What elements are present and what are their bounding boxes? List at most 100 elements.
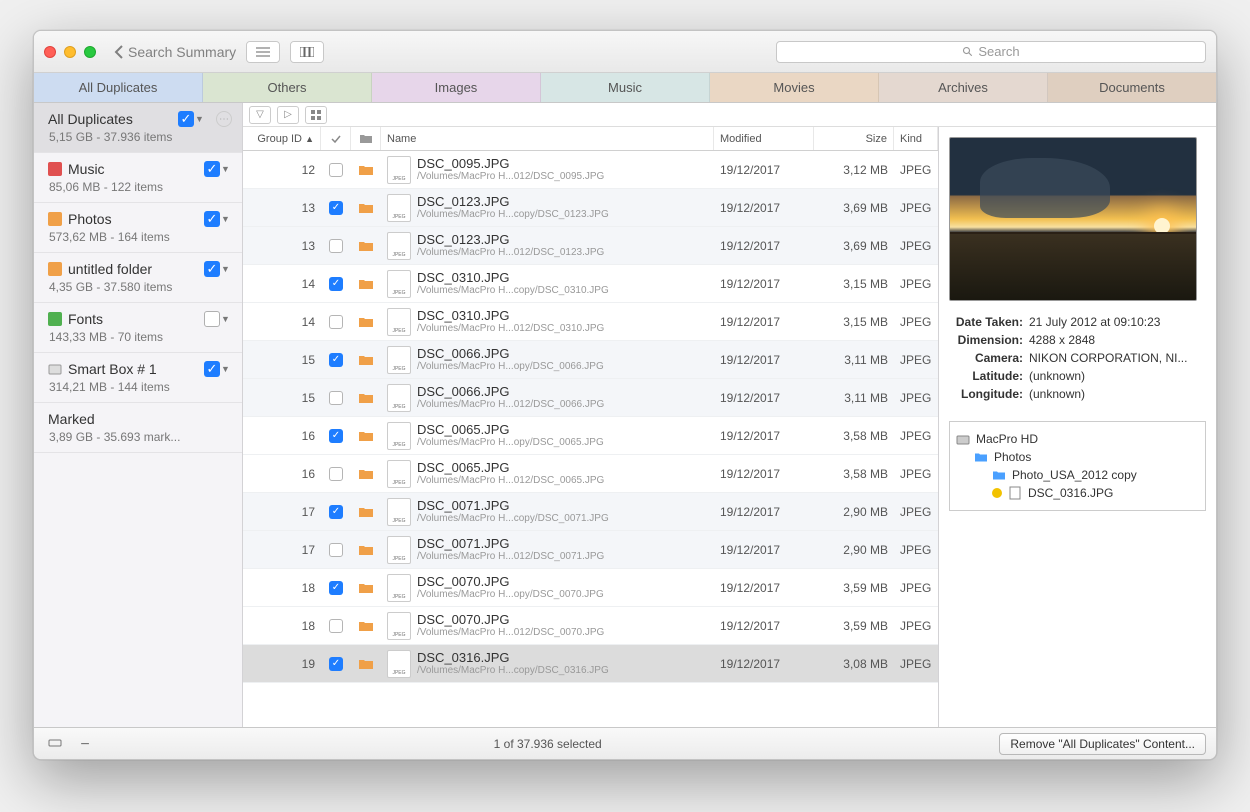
table-row[interactable]: 17✓DSC_0071.JPG/Volumes/MacPro H...copy/… [243,493,938,531]
tab-archives[interactable]: Archives [879,73,1048,102]
col-header-name[interactable]: Name [381,127,714,150]
folder-cell[interactable] [351,658,381,670]
table-row[interactable]: 15DSC_0066.JPG/Volumes/MacPro H...012/DS… [243,379,938,417]
table-row[interactable]: 17DSC_0071.JPG/Volumes/MacPro H...012/DS… [243,531,938,569]
table-body[interactable]: 12DSC_0095.JPG/Volumes/MacPro H...012/DS… [243,151,938,727]
sidebar-toggle[interactable]: ✓▼ [204,161,232,177]
table-row[interactable]: 19✓DSC_0316.JPG/Volumes/MacPro H...copy/… [243,645,938,683]
sidebar-item-smart-box-1[interactable]: Smart Box # 1✓▼314,21 MB - 144 items [34,353,242,403]
sidebar-toggle[interactable]: ✓▼ [178,111,206,127]
sidebar-item-photos[interactable]: Photos✓▼573,62 MB - 164 items [34,203,242,253]
table-row[interactable]: 13DSC_0123.JPG/Volumes/MacPro H...012/DS… [243,227,938,265]
sidebar-toggle[interactable]: ✓▼ [204,261,232,277]
folder-cell[interactable] [351,582,381,594]
col-header-group[interactable]: Group ID ▲ [243,127,321,150]
cell-size: 3,58 MB [814,467,894,481]
tab-others[interactable]: Others [203,73,372,102]
folder-cell[interactable] [351,278,381,290]
file-path: /Volumes/MacPro H...012/DSC_0071.JPG [417,551,604,563]
remove-duplicates-button[interactable]: Remove "All Duplicates" Content... [999,733,1206,755]
disk-button[interactable] [44,736,66,752]
grid-button[interactable] [305,106,327,124]
folder-cell[interactable] [351,164,381,176]
table-row[interactable]: 12DSC_0095.JPG/Volumes/MacPro H...012/DS… [243,151,938,189]
row-checkbox[interactable]: ✓ [329,277,343,291]
table-row[interactable]: 16DSC_0065.JPG/Volumes/MacPro H...012/DS… [243,455,938,493]
row-checkbox[interactable] [329,239,343,253]
cell-name: DSC_0123.JPG/Volumes/MacPro H...012/DSC_… [381,232,714,260]
folder-icon [48,162,62,176]
folder-cell[interactable] [351,316,381,328]
tab-documents[interactable]: Documents [1048,73,1216,102]
sort-down-button[interactable]: ▽ [249,106,271,124]
tab-all-duplicates[interactable]: All Duplicates [34,73,203,102]
folder-cell[interactable] [351,240,381,252]
cell-group: 16 [243,429,321,443]
tab-movies[interactable]: Movies [710,73,879,102]
view-column-button[interactable] [291,42,323,62]
folder-cell[interactable] [351,468,381,480]
folder-cell[interactable] [351,202,381,214]
sidebar-item-fonts[interactable]: Fonts▼143,33 MB - 70 items [34,303,242,353]
col-header-folder[interactable] [351,127,381,150]
col-header-modified[interactable]: Modified [714,127,814,150]
row-checkbox[interactable]: ✓ [329,505,343,519]
col-header-size[interactable]: Size [814,127,894,150]
tab-music[interactable]: Music [541,73,710,102]
maximize-icon[interactable] [84,46,96,58]
table-row[interactable]: 14DSC_0310.JPG/Volumes/MacPro H...012/DS… [243,303,938,341]
row-checkbox[interactable]: ✓ [329,581,343,595]
checkbox-checked-icon: ✓ [204,361,220,377]
sidebar-toggle[interactable]: ✓▼ [204,361,232,377]
view-list-button[interactable] [247,42,279,62]
row-checkbox[interactable] [329,543,343,557]
row-checkbox[interactable]: ✓ [329,201,343,215]
path-folder-2[interactable]: Photo_USA_2012 copy [956,466,1199,484]
row-checkbox[interactable] [329,619,343,633]
table-row[interactable]: 18✓DSC_0070.JPG/Volumes/MacPro H...opy/D… [243,569,938,607]
path-folder-1[interactable]: Photos [956,448,1199,466]
path-disk[interactable]: MacPro HD [956,430,1199,448]
table-row[interactable]: 13✓DSC_0123.JPG/Volumes/MacPro H...copy/… [243,189,938,227]
row-checkbox[interactable]: ✓ [329,657,343,671]
file-name: DSC_0065.JPG [417,460,604,476]
sidebar-item-untitled-folder[interactable]: untitled folder✓▼4,35 GB - 37.580 items [34,253,242,303]
table-row[interactable]: 15✓DSC_0066.JPG/Volumes/MacPro H...opy/D… [243,341,938,379]
cell-kind: JPEG [894,277,938,291]
row-checkbox[interactable]: ✓ [329,429,343,443]
file-name: DSC_0070.JPG [417,574,604,590]
folder-cell[interactable] [351,354,381,366]
gear-icon[interactable]: ⋯ [216,111,232,127]
sidebar-item-music[interactable]: Music✓▼85,06 MB - 122 items [34,153,242,203]
row-checkbox[interactable] [329,391,343,405]
sidebar-toggle[interactable]: ✓▼ [204,211,232,227]
folder-cell[interactable] [351,506,381,518]
sidebar-item-marked[interactable]: Marked3,89 GB - 35.693 mark... [34,403,242,453]
path-file[interactable]: DSC_0316.JPG [956,484,1199,502]
folder-cell[interactable] [351,430,381,442]
play-button[interactable]: ▷ [277,106,299,124]
folder-cell[interactable] [351,392,381,404]
table-row[interactable]: 14✓DSC_0310.JPG/Volumes/MacPro H...copy/… [243,265,938,303]
table-row[interactable]: 16 ✓ DSC_0065.JPG/Volumes/MacPro H...opy/D… [243,417,938,455]
cell-name: DSC_0065.JPG/Volumes/MacPro H...opy/DSC_… [381,422,714,450]
search-input[interactable]: Search [776,41,1206,63]
row-checkbox[interactable]: ✓ [329,353,343,367]
folder-cell[interactable] [351,620,381,632]
close-icon[interactable] [44,46,56,58]
tab-images[interactable]: Images [372,73,541,102]
col-header-kind[interactable]: Kind [894,127,938,150]
sidebar-toggle[interactable]: ▼ [204,311,232,327]
folder-cell[interactable] [351,544,381,556]
app-window: Search Summary Search All DuplicatesOthe… [33,30,1217,760]
row-checkbox[interactable] [329,163,343,177]
cell-name: DSC_0065.JPG/Volumes/MacPro H...012/DSC_… [381,460,714,488]
col-header-check[interactable] [321,127,351,150]
row-checkbox[interactable] [329,315,343,329]
table-row[interactable]: 18DSC_0070.JPG/Volumes/MacPro H...012/DS… [243,607,938,645]
row-checkbox[interactable] [329,467,343,481]
sidebar-item-all-duplicates[interactable]: All Duplicates✓▼⋯5,15 GB - 37.936 items [34,103,242,153]
minimize-icon[interactable] [64,46,76,58]
back-button[interactable]: Search Summary [114,44,236,60]
remove-button[interactable]: − [74,736,96,752]
